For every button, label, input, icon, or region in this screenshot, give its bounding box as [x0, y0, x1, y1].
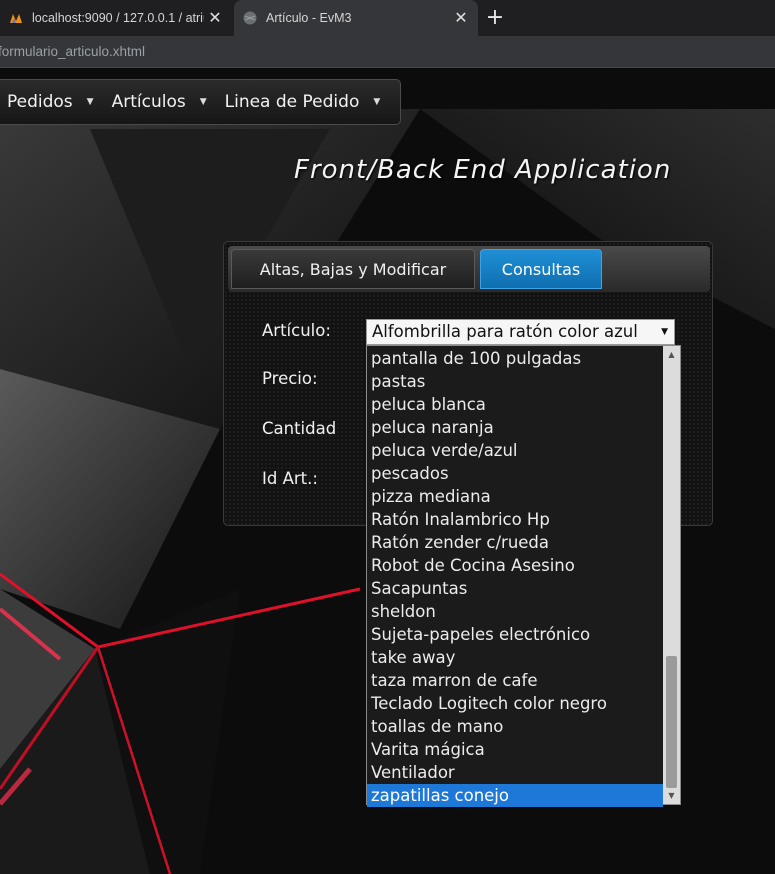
articulo-dropdown-list[interactable]: pantalla de 100 pulgadas pastas peluca bla…: [366, 345, 681, 807]
browser-tabstrip: localhost:9090 / 127.0.0.1 / atrium ✕ Ar…: [0, 0, 775, 36]
globe-icon: [243, 11, 257, 25]
address-bar[interactable]: formulario_articulo.xhtml: [0, 36, 775, 68]
menu-articulos[interactable]: Artículos ▼: [112, 92, 207, 112]
browser-tab-label: localhost:9090 / 127.0.0.1 / atrium: [32, 11, 204, 25]
panel-tabbar: Altas, Bajas y Modificar Consultas: [228, 246, 710, 292]
menu-label: Artículos: [111, 92, 186, 112]
dropdown-option[interactable]: Ventilador: [367, 761, 663, 784]
menu-label: Pedidos: [7, 92, 73, 112]
phpmyadmin-icon: [10, 14, 22, 23]
page-content: Pedidos ▼ Artículos ▼ Linea de Pedido ▼ …: [0, 69, 775, 874]
dropdown-option[interactable]: pescados: [367, 462, 663, 485]
dropdown-option[interactable]: peluca verde/azul: [367, 439, 663, 462]
scroll-thumb[interactable]: [666, 656, 677, 788]
articulo-select[interactable]: Alfombrilla para ratón color azul ▼: [366, 319, 675, 345]
caret-down-icon: ▼: [86, 97, 94, 107]
app-title: Front/Back End Application: [294, 155, 672, 185]
caret-down-icon: ▼: [373, 97, 381, 107]
scroll-up-icon[interactable]: ▲: [663, 346, 680, 363]
dropdown-option[interactable]: pastas: [367, 370, 663, 393]
label-articulo: Artículo:: [262, 321, 331, 340]
menu-label: Linea de Pedido: [224, 92, 360, 112]
dropdown-option[interactable]: taza marron de cafe: [367, 669, 663, 692]
select-value: Alfombrilla para ratón color azul: [372, 322, 638, 341]
label-cantidad: Cantidad: [262, 419, 337, 438]
close-icon[interactable]: ✕: [450, 8, 472, 28]
caret-down-icon: ▼: [199, 97, 207, 107]
dropdown-option[interactable]: Teclado Logitech color negro: [367, 692, 663, 715]
dropdown-option[interactable]: peluca naranja: [367, 416, 663, 439]
dropdown-option[interactable]: Sacapuntas: [367, 577, 663, 600]
dropdown-arrow-icon: ▼: [661, 327, 668, 337]
label-precio: Precio:: [262, 369, 318, 388]
dropdown-option[interactable]: pizza mediana: [367, 485, 663, 508]
dropdown-option[interactable]: peluca blanca: [367, 393, 663, 416]
dropdown-option[interactable]: sheldon: [367, 600, 663, 623]
label-id-articulo: Id Art.:: [262, 469, 318, 488]
dropdown-option[interactable]: Robot de Cocina Asesino: [367, 554, 663, 577]
main-menubar: Pedidos ▼ Artículos ▼ Linea de Pedido ▼: [0, 79, 401, 125]
scroll-down-icon[interactable]: ▼: [663, 787, 680, 804]
dropdown-option[interactable]: take away: [367, 646, 663, 669]
new-tab-icon[interactable]: +: [484, 3, 506, 33]
menu-pedidos[interactable]: Pedidos ▼: [7, 92, 94, 112]
dropdown-option[interactable]: Ratón Inalambrico Hp: [367, 508, 663, 531]
dropdown-scrollbar[interactable]: ▲ ▼: [663, 346, 680, 804]
dropdown-option[interactable]: Ratón zender c/rueda: [367, 531, 663, 554]
tab-consultas[interactable]: Consultas: [480, 249, 602, 289]
url-text: formulario_articulo.xhtml: [0, 44, 146, 59]
menu-linea-de-pedido[interactable]: Linea de Pedido ▼: [225, 92, 381, 112]
dropdown-option[interactable]: Varita mágica: [367, 738, 663, 761]
dropdown-option[interactable]: Sujeta-papeles electrónico: [367, 623, 663, 646]
browser-tab-articulo[interactable]: Artículo - EvM3 ✕: [234, 0, 478, 36]
tab-altas-bajas-modificar[interactable]: Altas, Bajas y Modificar: [231, 249, 475, 289]
dropdown-option[interactable]: zapatillas conejo: [367, 784, 663, 807]
close-icon[interactable]: ✕: [204, 8, 226, 28]
browser-tab-phpmyadmin[interactable]: localhost:9090 / 127.0.0.1 / atrium ✕: [0, 0, 232, 36]
dropdown-option[interactable]: pantalla de 100 pulgadas: [367, 347, 663, 370]
browser-tab-label: Artículo - EvM3: [266, 11, 352, 25]
dropdown-option[interactable]: toallas de mano: [367, 715, 663, 738]
